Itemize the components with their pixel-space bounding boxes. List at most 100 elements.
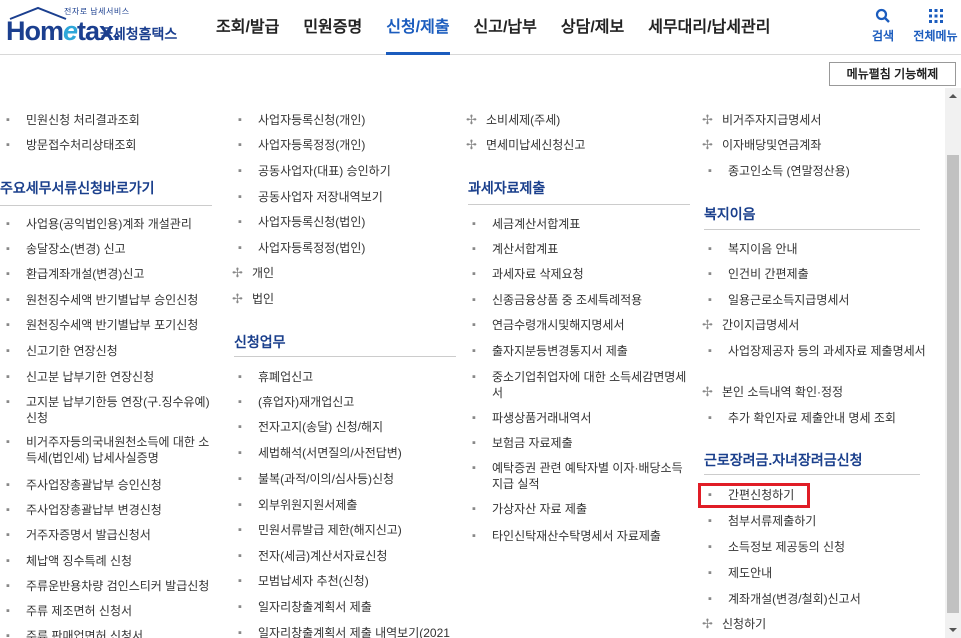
sitemap-content: ▪ 민원신청 처리결과조회 ▪ 방문접수처리상태조회 주요세무서류신청바로가기 ▪ 사… [0, 88, 945, 638]
nav-consult-report[interactable]: 상담/제보 [561, 0, 624, 55]
list-item-label: 소득정보 제공동의 신청 [728, 540, 846, 554]
list-item[interactable]: ▪ 방문접수처리상태조회 [6, 137, 136, 153]
list-item[interactable]: ▪ 신고기한 연장신청 [6, 343, 118, 359]
scroll-up-arrow-icon[interactable] [945, 88, 961, 104]
search-button[interactable]: 검색 [868, 8, 898, 44]
scroll-down-arrow-icon[interactable] [945, 622, 961, 638]
list-item[interactable]: ▪ 모범납세자 추천(신청) [238, 573, 369, 589]
list-item[interactable]: ▪ 사업용(공익법인용)계좌 개설관리 [6, 216, 192, 232]
bullet-icon: ▪ [238, 242, 242, 254]
list-item[interactable]: ▪ 계산서합계표 [472, 241, 558, 257]
expand-item[interactable]: ✢ 비거주자지급명세서 [702, 112, 821, 128]
list-item[interactable]: ▪ 비거주자등의국내원천소득에 대한 소득세(법인세) 납세사실증명 [6, 434, 211, 466]
list-item[interactable]: ▪ 주류운반용차량 검인스티커 발급신청 [6, 578, 209, 594]
list-item[interactable]: ▪ 송달장소(변경) 신고 [6, 241, 126, 257]
all-menu-button[interactable]: 전체메뉴 [910, 8, 961, 44]
plus-icon: ✢ [702, 137, 713, 152]
nav-civil-certificate[interactable]: 민원증명 [303, 0, 362, 55]
list-item[interactable]: ▪ 고지분 납부기한등 연장(구.징수유예)신청 [6, 394, 211, 426]
list-item[interactable]: ▪ 타인신탁재산수탁명세서 자료제출 [472, 528, 661, 544]
list-item[interactable]: ▪ 민원서류발급 제한(해지신고) [238, 522, 402, 538]
list-item[interactable]: ▪ 공동사업자 저장내역보기 [238, 189, 383, 205]
list-item[interactable]: ▪ 사업장제공자 등의 과세자료 제출명세서 [708, 343, 926, 359]
list-item[interactable]: ▪ 사업자등록신청(개인) [238, 112, 365, 128]
logo-brand-e: e [63, 16, 78, 46]
list-item-label: 첨부서류제출하기 [728, 514, 817, 528]
list-item[interactable]: ▪ 외부위원지원서제출 [238, 497, 357, 513]
nav-tax-agent[interactable]: 세무대리/납세관리 [648, 0, 770, 55]
nav-report-payment[interactable]: 신고/납부 [474, 0, 537, 55]
expand-item[interactable]: ✢ 면세미납세신청신고 [466, 137, 585, 153]
list-item[interactable]: ▪ 일자리창출계획서 제출 내역보기(2021 [238, 625, 462, 638]
list-item[interactable]: ▪ 세금계산서합계표 [472, 216, 580, 232]
list-item[interactable]: ▪ 제도안내 [708, 565, 772, 581]
section-divider [468, 204, 690, 205]
list-item[interactable]: ▪ 세법해석(서면질의/사전답변) [238, 445, 402, 461]
list-item[interactable]: ▪ 주사업장총괄납부 승인신청 [6, 477, 162, 493]
list-item[interactable]: ▪ 신고분 납부기한 연장신청 [6, 369, 154, 385]
list-item[interactable]: ▪ 가상자산 자료 제출 [472, 501, 587, 517]
list-item[interactable]: ▪ 복지이음 안내 [708, 241, 798, 257]
list-item[interactable]: ▪ 보험금 자료제출 [472, 435, 573, 451]
section-divider [0, 205, 212, 206]
expand-item[interactable]: ✢ 신청하기 [702, 616, 766, 632]
list-item[interactable]: ▪ 불복(과적/이의/심사등)신청 [238, 471, 394, 487]
list-item[interactable]: ▪ 원천징수세액 반기별납부 승인신청 [6, 292, 198, 308]
expand-item[interactable]: ✢ 간이지급명세서 [702, 317, 799, 333]
list-item[interactable]: ▪ 사업자등록정정(법인) [238, 240, 365, 256]
list-item-label: 거주자증명서 발급신청서 [26, 528, 151, 542]
plus-icon: ✢ [702, 112, 713, 127]
list-item[interactable]: ▪ 계좌개설(변경/철회)신고서 [708, 591, 861, 607]
list-item[interactable]: ▪ 연금수령개시및해지명세서 [472, 317, 624, 333]
list-item[interactable]: ▪ 인건비 간편제출 [708, 266, 809, 282]
list-item[interactable]: ▪ 파생상품거래내역서 [472, 410, 591, 426]
list-item[interactable]: ▪ 전자고지(송달) 신청/해지 [238, 419, 383, 435]
bullet-icon: ▪ [238, 165, 242, 177]
bullet-icon: ▪ [238, 371, 242, 383]
bullet-icon: ▪ [708, 412, 712, 424]
list-item[interactable]: ▪ 공동사업자(대표) 승인하기 [238, 163, 391, 179]
list-item[interactable]: ▪ 환급계좌개설(변경)신고 [6, 266, 144, 282]
list-item[interactable]: ▪ 주류 제조면허 신청서 [6, 603, 132, 619]
list-item[interactable]: ▪ 소득정보 제공동의 신청 [708, 539, 845, 555]
list-item[interactable]: ▪ 사업자등록신청(법인) [238, 214, 365, 230]
list-item[interactable]: ▪ 주사업장총괄납부 변경신청 [6, 502, 162, 518]
list-item[interactable]: ▪ 거주자증명서 발급신청서 [6, 527, 151, 543]
expand-item[interactable]: ✢ 이자배당및연금계좌 [702, 137, 821, 153]
expand-item-corporate[interactable]: ✢ 법인 [232, 291, 274, 307]
list-item[interactable]: ▪ 전자(세금)계산서자료신청 [238, 548, 387, 564]
list-item-label: 출자지분등변경통지서 제출 [492, 344, 628, 358]
list-item[interactable]: ▪ 체납액 징수특례 신청 [6, 553, 132, 569]
list-item[interactable]: ▪ 첨부서류제출하기 [708, 513, 816, 529]
bullet-icon: ▪ [238, 499, 242, 511]
list-item-label: 사업자등록신청(법인) [258, 215, 366, 229]
list-item[interactable]: ▪ 과세자료 삭제요청 [472, 266, 584, 282]
menu-expand-toggle-button[interactable]: 메뉴펼침 기능해제 [829, 62, 956, 86]
list-item[interactable]: ▪ 출자지분등변경통지서 제출 [472, 343, 628, 359]
list-item[interactable]: ▪ 신종금융상품 중 조세특례적용 [472, 292, 642, 308]
list-item-label: 일용근로소득지급명세서 [728, 293, 850, 307]
list-item[interactable]: ▪ 민원신청 처리결과조회 [6, 112, 140, 128]
list-item[interactable]: ▪ 종고인소득 (연말정산용) [708, 163, 850, 179]
list-item[interactable]: ▪ 일용근로소득지급명세서 [708, 292, 849, 308]
expand-item-individual[interactable]: ✢ 개인 [232, 265, 274, 281]
list-item[interactable]: ▪ 중소기업취업자에 대한 소득세감면명세서 [472, 369, 690, 401]
list-item[interactable]: ▪ 일자리창출계획서 제출 [238, 599, 372, 615]
nav-inquiry-issue[interactable]: 조회/발급 [216, 0, 279, 55]
hometax-logo[interactable]: 전자로 납세서비스 Hometax. 국세청홈택스 [6, 4, 196, 50]
list-item-label: 이자배당및연금계좌 [722, 138, 822, 152]
list-item[interactable]: ▪ 사업자등록정정(개인) [238, 137, 365, 153]
expand-item[interactable]: ✢ 본인 소득내역 확인·정정 [702, 384, 843, 400]
plus-icon: ✢ [232, 265, 243, 280]
nav-application-submit[interactable]: 신청/제출 [386, 0, 450, 55]
list-item-label: 환급계좌개설(변경)신고 [26, 267, 145, 281]
list-item[interactable]: ▪ 주류 판매업면허 신청서 [6, 628, 143, 638]
list-item[interactable]: ▪ 예탁증권 관련 예탁자별 이자·배당소득 지급 실적 [472, 460, 692, 492]
list-item[interactable]: ▪ (휴업자)재개업신고 [238, 394, 354, 410]
list-item[interactable]: ▪ 휴폐업신고 [238, 369, 313, 385]
list-item[interactable]: ▪ 원천징수세액 반기별납부 포기신청 [6, 317, 198, 333]
expand-item[interactable]: ✢ 소비세제(주세) [466, 112, 560, 128]
list-item[interactable]: ▪ 추가 확인자료 제출안내 명세 조회 [708, 410, 896, 426]
scrollbar-thumb[interactable] [947, 155, 959, 613]
bullet-icon: ▪ [708, 345, 712, 357]
